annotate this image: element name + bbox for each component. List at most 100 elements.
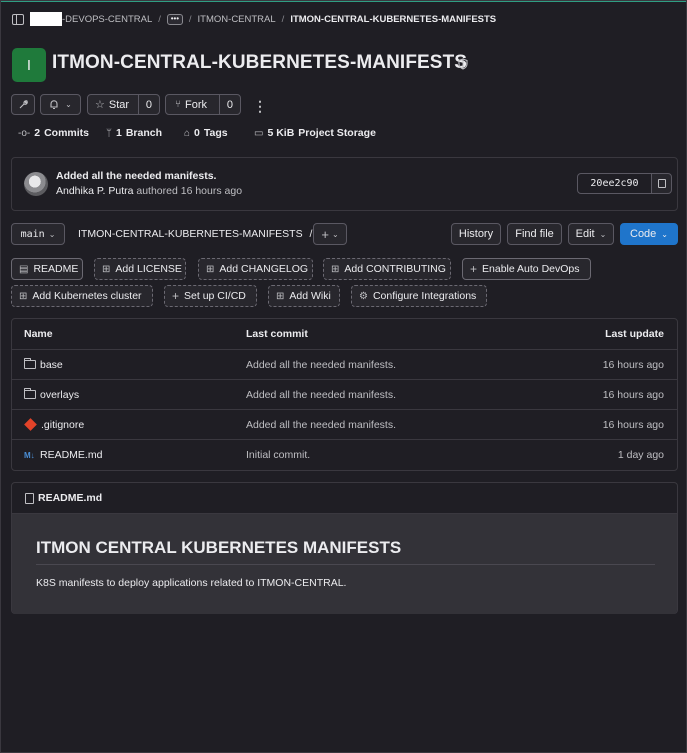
branches-count: 1 (116, 127, 122, 139)
add-to-tree-button[interactable]: + ⌄ (313, 223, 347, 245)
tags-count: 0 (194, 127, 200, 139)
file-name[interactable]: overlays (40, 389, 79, 401)
star-count[interactable]: 0 (137, 95, 159, 114)
branches-stat[interactable]: ᛘ 1 Branch (106, 127, 162, 139)
table-row[interactable]: base Added all the needed manifests. 16 … (12, 350, 677, 380)
bell-icon (50, 100, 58, 110)
fork-count[interactable]: 0 (218, 95, 240, 114)
column-header-last-update: Last update (605, 328, 664, 340)
commit-author[interactable]: Andhika P. Putra (56, 185, 133, 197)
plus-icon: + (470, 262, 478, 276)
table-row[interactable]: .gitignore Added all the needed manifest… (12, 410, 677, 440)
tags-label: Tags (203, 127, 228, 139)
add-wiki-button[interactable]: ⊞ Add Wiki (268, 285, 340, 307)
breadcrumb: -DEVOPS-CENTRAL / ••• / ITMON-CENTRAL / … (12, 11, 496, 27)
history-button[interactable]: History (451, 223, 501, 245)
enable-auto-devops-label: Enable Auto DevOps (482, 263, 580, 275)
readme-shortcut-label: README (33, 263, 79, 275)
wrench-icon (19, 100, 28, 109)
row-last-update: 16 hours ago (602, 358, 664, 371)
edit-label: Edit (575, 228, 595, 240)
readme-filename[interactable]: README.md (38, 492, 102, 504)
chevron-down-icon: ⌄ (48, 229, 56, 239)
breadcrumb-separator: / (188, 13, 192, 25)
commits-count: 2 (34, 127, 41, 139)
tags-stat[interactable]: ⌂ 0 Tags (184, 127, 228, 139)
find-file-button[interactable]: Find file (507, 223, 562, 245)
readme-paragraph: K8S manifests to deploy applications rel… (36, 577, 347, 589)
row-last-commit[interactable]: Added all the needed manifests. (246, 350, 396, 379)
edit-button[interactable]: Edit ⌄ (568, 223, 614, 245)
file-name[interactable]: .gitignore (41, 419, 84, 431)
chevron-down-icon: ⌄ (661, 229, 668, 239)
add-changelog-label: Add CHANGELOG (219, 263, 309, 275)
breadcrumb-separator: / (158, 13, 161, 25)
readme-shortcut[interactable]: ▤ README (11, 258, 83, 280)
table-row[interactable]: overlays Added all the needed manifests.… (12, 380, 677, 410)
fork-icon: ⑂ (175, 99, 181, 110)
row-last-commit[interactable]: Added all the needed manifests. (246, 380, 396, 409)
readme-heading: ITMON CENTRAL KUBERNETES MANIFESTS (36, 538, 402, 557)
folder-icon (24, 388, 36, 399)
add-changelog-button[interactable]: ⊞ Add CHANGELOG (198, 258, 313, 280)
tag-icon: ⌂ (184, 127, 191, 139)
breadcrumb-group[interactable]: -DEVOPS-CENTRAL (62, 14, 152, 25)
chevron-down-icon: ⌄ (599, 229, 607, 239)
document-icon (25, 492, 34, 504)
folder-icon (24, 358, 36, 369)
file-name[interactable]: README.md (40, 449, 102, 461)
commit-sha[interactable]: 20ee2c90 (577, 173, 652, 194)
chevron-down-icon: ⌄ (65, 100, 72, 109)
table-row[interactable]: M↓ README.md Initial commit. 1 day ago (12, 440, 677, 470)
gear-icon: ⚙ (359, 290, 368, 302)
add-kubernetes-cluster-button[interactable]: ⊞ Add Kubernetes cluster (11, 285, 153, 307)
file-name[interactable]: base (40, 359, 63, 371)
readme-panel: README.md ITMON CENTRAL KUBERNETES MANIF… (11, 482, 678, 614)
breadcrumb-current[interactable]: ITMON-CENTRAL-KUBERNETES-MANIFESTS (290, 14, 496, 25)
row-last-commit[interactable]: Added all the needed manifests. (246, 410, 396, 439)
commit-icon: -o- (18, 127, 31, 139)
row-last-update: 16 hours ago (602, 388, 664, 401)
branch-selector[interactable]: main ⌄ (11, 223, 65, 245)
configure-integrations-label: Configure Integrations (372, 290, 477, 302)
breadcrumb-ellipsis-button[interactable]: ••• (166, 13, 183, 25)
add-contributing-label: Add CONTRIBUTING (344, 263, 446, 275)
redacted-group-name (30, 12, 62, 26)
setup-ci-cd-button[interactable]: + Set up CI/CD (164, 285, 257, 307)
fork-button[interactable]: ⑂ Fork 0 (165, 94, 241, 115)
storage-size: 5 KiB (267, 127, 295, 139)
plus-icon: + (172, 289, 180, 303)
sidebar-toggle-icon[interactable] (12, 13, 24, 25)
setup-ci-cd-label: Set up CI/CD (184, 290, 246, 302)
file-tree-table: Name Last commit Last update base Added … (11, 318, 678, 471)
enable-auto-devops-button[interactable]: + Enable Auto DevOps (462, 258, 591, 280)
repo-path-name[interactable]: ITMON-CENTRAL-KUBERNETES-MANIFESTS (78, 228, 303, 240)
add-contributing-button[interactable]: ⊞ Add CONTRIBUTING (323, 258, 451, 280)
star-label: Star (108, 98, 130, 111)
copy-sha-button[interactable] (651, 173, 672, 194)
settings-button[interactable] (11, 94, 35, 115)
author-avatar[interactable] (24, 172, 48, 196)
more-actions-icon[interactable]: ⋮ (253, 98, 267, 114)
notifications-button[interactable]: ⌄ (40, 94, 81, 115)
star-button[interactable]: ☆ Star 0 (87, 94, 160, 115)
shield-icon (458, 58, 468, 70)
breadcrumb-subgroup[interactable]: ITMON-CENTRAL (198, 14, 276, 25)
commit-message[interactable]: Added all the needed manifests. (56, 170, 216, 182)
add-license-button[interactable]: ⊞ Add LICENSE (94, 258, 186, 280)
add-license-label: Add LICENSE (115, 263, 182, 275)
file-icon: ▤ (19, 263, 29, 275)
configure-integrations-button[interactable]: ⚙ Configure Integrations (351, 285, 487, 307)
branch-name: main (20, 228, 45, 240)
column-header-name: Name (24, 328, 53, 340)
row-last-commit[interactable]: Initial commit. (246, 440, 310, 470)
commit-authored-text: authored 16 hours ago (136, 185, 243, 197)
plus-icon: + (321, 226, 329, 242)
repo-path-separator: / (309, 228, 313, 240)
commits-label: Commits (44, 127, 90, 139)
code-button[interactable]: Code ⌄ (620, 223, 678, 245)
plus-square-icon: ⊞ (331, 263, 340, 275)
star-icon: ☆ (95, 99, 105, 111)
storage-stat[interactable]: ▭ 5 KiB Project Storage (254, 127, 376, 139)
commits-stat[interactable]: -o- 2 Commits (18, 127, 89, 139)
